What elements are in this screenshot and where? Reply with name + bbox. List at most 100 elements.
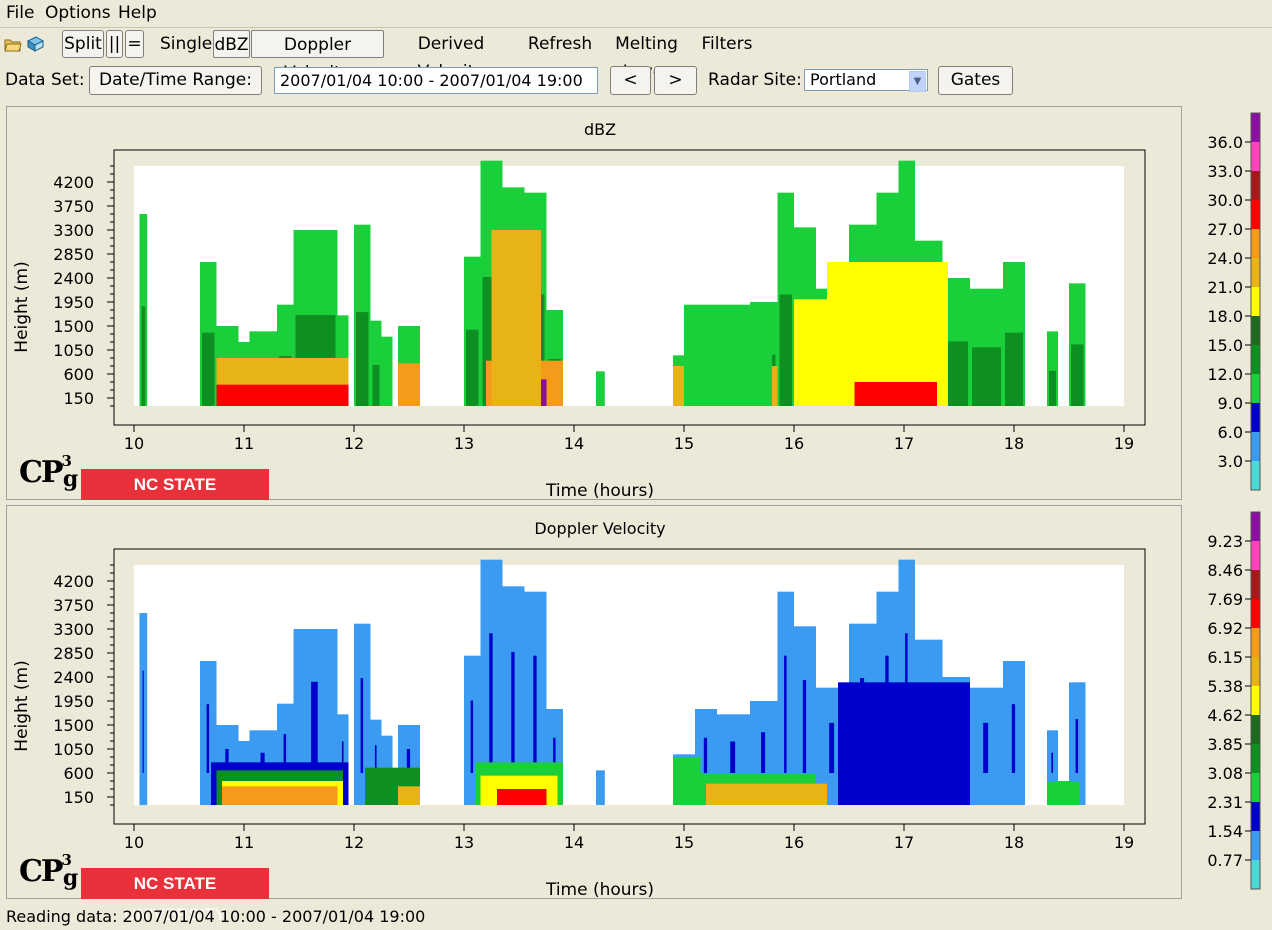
y-tick-label: 2850	[53, 245, 94, 264]
echo-cell	[142, 670, 144, 773]
ncsu-logo: NC STATE UNIVERSITY	[81, 868, 269, 924]
date-time-range-button[interactable]: Date/Time Range:	[89, 66, 262, 95]
colorbar-tick-label: 15.0	[1207, 336, 1243, 355]
echo-cell	[202, 332, 215, 406]
colorbar-segment	[1251, 142, 1260, 172]
colorbar-segment	[1251, 512, 1260, 542]
dbz-panel: dBZ 10 11 12 13 14 15 16 17 18 19 150 600 1050 1500 195…	[6, 106, 1182, 525]
previous-button[interactable]: <	[610, 66, 651, 95]
colorbar-tick-label: 12.0	[1207, 365, 1243, 384]
radar-site-select[interactable]: Portland ▼	[804, 69, 928, 92]
echo-cell	[381, 336, 393, 406]
tab-refresh[interactable]: Refresh	[527, 30, 593, 58]
echo-cell	[1005, 332, 1023, 406]
colorbar-segment	[1251, 258, 1260, 288]
echo-cell	[356, 312, 369, 406]
x-axis-label: Time (hours)	[545, 481, 654, 499]
x-tick-label: 15	[674, 434, 694, 453]
colorbar-segment	[1251, 171, 1260, 201]
cp3-logo: CP3g	[19, 452, 79, 492]
echo-band	[398, 363, 420, 406]
colorbar-tick-label: 3.08	[1207, 764, 1243, 783]
tab-doppler-velocity[interactable]: Doppler Velocity	[251, 30, 384, 83]
y-tick-label: 600	[63, 764, 94, 783]
dbz-colorbar: 3.0 6.0 9.0 12.0 15.0 18.0 21.0 24.0 27.0 30.0 33.…	[1183, 106, 1272, 500]
menu-options[interactable]: Options	[45, 3, 111, 23]
colorbar-segment	[1251, 831, 1260, 861]
menu-help[interactable]: Help	[118, 3, 157, 23]
dataset-label: Data Set:	[5, 70, 85, 90]
next-button[interactable]: >	[654, 66, 697, 95]
tab-derived-velocity[interactable]: Derived Velocity	[386, 30, 516, 82]
echo-cell	[141, 306, 146, 406]
x-tick-label: 18	[1004, 434, 1024, 453]
echo-cell	[1011, 704, 1016, 773]
y-tick-label: 3300	[53, 620, 94, 639]
colorbar-segment	[1251, 432, 1260, 462]
open-folder-icon[interactable]	[4, 35, 22, 53]
colorbar-tick-label: 30.0	[1207, 191, 1243, 210]
echo-cell	[596, 371, 605, 406]
echo-cell	[372, 364, 380, 406]
echo-cell	[1051, 752, 1054, 773]
cp3-logo: CP3g	[19, 851, 79, 891]
y-axis-label: Height (m)	[12, 261, 32, 352]
echo-cell	[596, 770, 605, 805]
colorbar-segment	[1251, 686, 1260, 716]
x-tick-label: 12	[344, 434, 364, 453]
echo-band	[1047, 781, 1080, 805]
gates-button[interactable]: Gates	[938, 66, 1013, 95]
tab-melting-layer[interactable]: Melting Layer	[592, 30, 701, 82]
colorbar-segment	[1251, 403, 1260, 433]
menu-file[interactable]: File	[6, 3, 34, 23]
colorbar-segment	[1251, 200, 1260, 230]
colorbar-segment	[1251, 113, 1260, 143]
colorbar-tick-label: 3.85	[1207, 735, 1243, 754]
x-tick-label: 11	[234, 833, 254, 852]
colorbar-tick-label: 6.0	[1218, 423, 1243, 442]
echo-cell	[1075, 719, 1079, 773]
echo-band	[794, 299, 833, 406]
x-tick-label: 14	[564, 434, 584, 453]
doppler-chart: Doppler Velocity 10 11 12 13 14 15 16 17 18 19 150 6…	[12, 519, 1146, 900]
split-vertical-button[interactable]: ||	[106, 30, 123, 58]
x-tick-label: 10	[124, 434, 144, 453]
chevron-down-icon[interactable]: ▼	[909, 71, 926, 92]
y-tick-label: 150	[63, 389, 94, 408]
tab-dbz[interactable]: dBZ	[213, 30, 250, 58]
echo-cell	[802, 679, 807, 773]
split-horizontal-button[interactable]: =	[125, 30, 144, 58]
echo-cell	[489, 633, 493, 773]
colorbar-segment	[1251, 461, 1260, 491]
echo-cell	[829, 722, 835, 773]
colorbar-tick-label: 9.23	[1207, 532, 1243, 551]
x-tick-label: 19	[1114, 434, 1134, 453]
echo-band	[398, 786, 420, 805]
echo-cell	[311, 681, 318, 773]
echo-cell	[703, 737, 708, 773]
x-tick-label: 14	[564, 833, 584, 852]
y-axis-label: Height (m)	[12, 660, 32, 751]
colorbar-tick-label: 33.0	[1207, 162, 1243, 181]
x-tick-label: 19	[1114, 833, 1134, 852]
colorbar-segment	[1251, 744, 1260, 774]
chart-title: Doppler Velocity	[534, 519, 665, 538]
menu-bar: File Options Help	[0, 0, 1272, 28]
chart-title: dBZ	[584, 120, 616, 139]
echo-cell	[206, 704, 210, 773]
split-button[interactable]: Split	[62, 30, 104, 58]
tab-single[interactable]: Single	[160, 30, 212, 58]
x-tick-label: 10	[124, 833, 144, 852]
colorbar-tick-label: 7.69	[1207, 590, 1243, 609]
tab-filters[interactable]: Filters	[701, 30, 753, 58]
book-icon[interactable]	[26, 35, 44, 53]
colorbar-tick-label: 9.0	[1218, 394, 1243, 413]
echo-cell	[761, 732, 766, 773]
colorbar-tick-label: 1.54	[1207, 822, 1243, 841]
colorbar-tick-label: 6.92	[1207, 619, 1243, 638]
y-tick-label: 2400	[53, 269, 94, 288]
echo-cell	[360, 678, 364, 773]
x-axis-label: Time (hours)	[545, 880, 654, 898]
echo-cell	[533, 655, 537, 773]
date-range-field[interactable]: 2007/01/04 10:00 - 2007/01/04 19:00	[274, 67, 598, 94]
